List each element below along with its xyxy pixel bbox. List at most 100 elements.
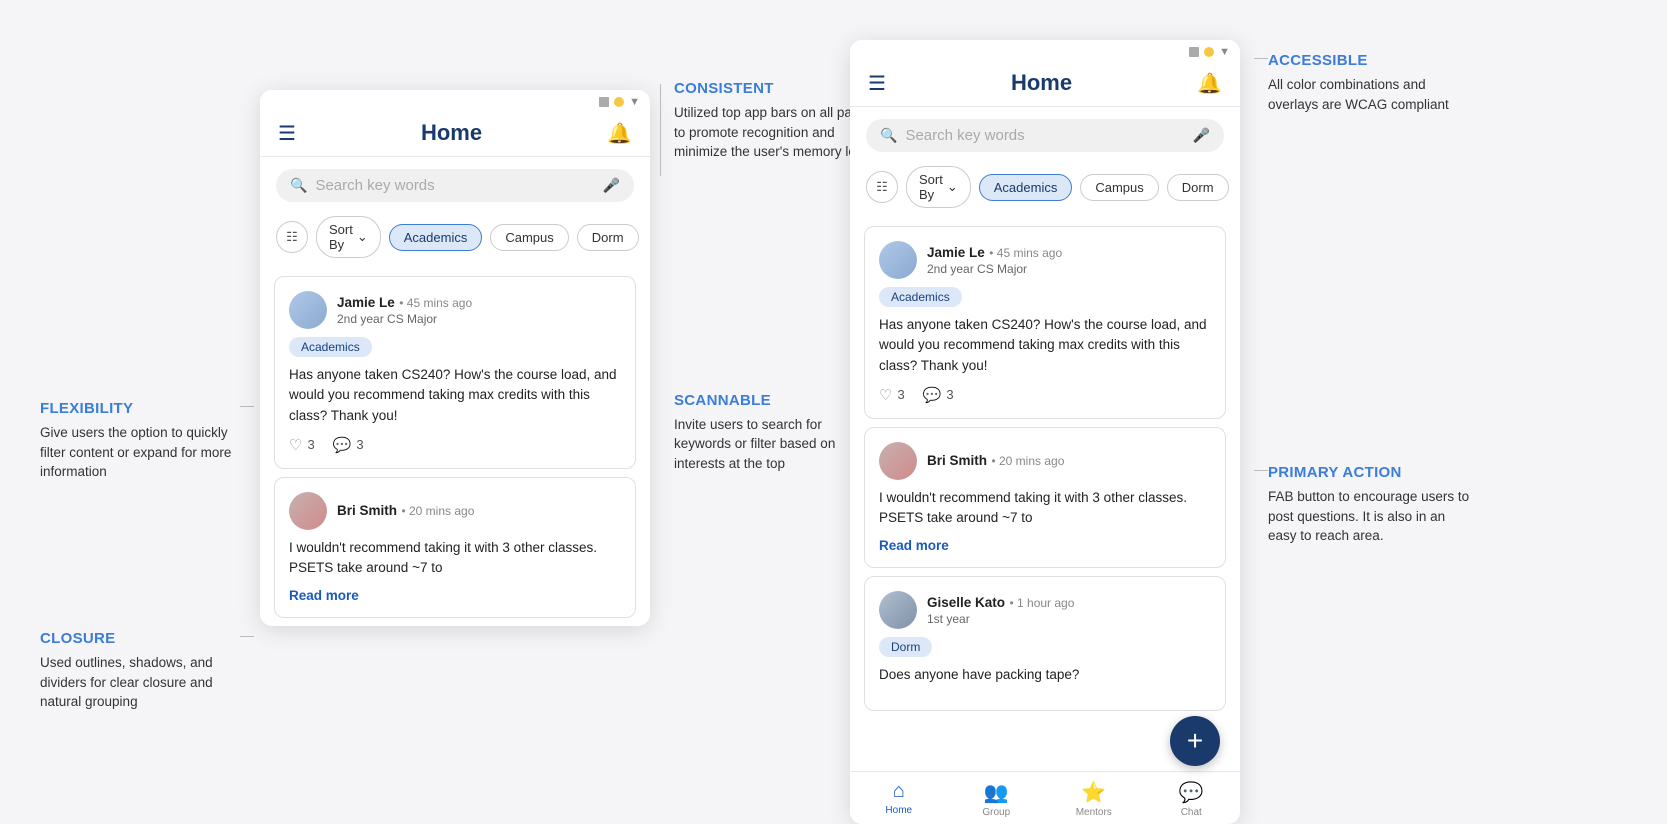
comments-count-2-1: 3 bbox=[946, 387, 953, 402]
primary-action-title: PRIMARY ACTION bbox=[1268, 464, 1470, 481]
chrome-chevron-2: ▼ bbox=[1219, 46, 1230, 58]
mic-icon-2[interactable]: 🎤 bbox=[1193, 127, 1210, 144]
filter-row-2: ☷ Sort By ⌄ Academics Campus Dorm bbox=[850, 162, 1240, 218]
sort-label-1: Sort By bbox=[329, 222, 353, 252]
post-card-2-1: Jamie Le • 45 mins ago 2nd year CS Major… bbox=[864, 226, 1226, 419]
chrome-chevron: ▼ bbox=[629, 96, 640, 108]
comments-count-1-1: 3 bbox=[356, 437, 363, 452]
post-author-2-3: Giselle Kato bbox=[927, 595, 1005, 610]
post-card-1-1: Jamie Le • 45 mins ago 2nd year CS Major… bbox=[274, 276, 636, 469]
accessible-text: All color combinations and overlays are … bbox=[1268, 75, 1470, 114]
avatar-img-giselle-2 bbox=[879, 591, 917, 629]
avatar-jamie-1 bbox=[289, 291, 327, 329]
post-header-1-1: Jamie Le • 45 mins ago 2nd year CS Major bbox=[289, 291, 621, 329]
post-footer-1-1: ♡ 3 💬 3 bbox=[289, 436, 621, 454]
avatar-jamie-2 bbox=[879, 241, 917, 279]
post-body-1-2: I wouldn't recommend taking it with 3 ot… bbox=[289, 538, 621, 579]
post-time-1-1: • 45 mins ago bbox=[399, 296, 472, 310]
post-time-2-3: • 1 hour ago bbox=[1009, 596, 1074, 610]
tag-academics-2[interactable]: Academics bbox=[979, 174, 1073, 201]
post-header-2-2: Bri Smith • 20 mins ago bbox=[879, 442, 1211, 480]
post-author-row-1-2: Bri Smith • 20 mins ago bbox=[337, 502, 474, 520]
nav-chat-icon: 💬 bbox=[1179, 780, 1204, 805]
nav-chat[interactable]: 💬 Chat bbox=[1143, 780, 1241, 818]
post-footer-2-1: ♡ 3 💬 3 bbox=[879, 386, 1211, 404]
nav-group-label: Group bbox=[982, 807, 1010, 818]
post-author-1-1: Jamie Le bbox=[337, 295, 395, 310]
home-title-1: Home bbox=[421, 120, 482, 146]
flexibility-title: FLEXIBILITY bbox=[40, 400, 240, 417]
nav-home-icon: ⌂ bbox=[893, 780, 905, 803]
search-bar-2[interactable]: 🔍 Search key words 🎤 bbox=[866, 119, 1224, 152]
post-meta-2-3: Giselle Kato • 1 hour ago 1st year bbox=[927, 594, 1074, 626]
filter-icon-btn-1[interactable]: ☷ bbox=[276, 221, 308, 253]
heart-icon-2: ♡ bbox=[879, 386, 892, 404]
tag-dorm-1[interactable]: Dorm bbox=[577, 224, 639, 251]
post-author-row-2-2: Bri Smith • 20 mins ago bbox=[927, 452, 1064, 470]
scannable-title: SCANNABLE bbox=[674, 392, 874, 409]
chrome-dot-y-2 bbox=[1204, 47, 1214, 57]
post-subtitle-2-1: 2nd year CS Major bbox=[927, 262, 1062, 276]
post-author-2-1: Jamie Le bbox=[927, 245, 985, 260]
nav-home[interactable]: ⌂ Home bbox=[850, 780, 948, 818]
post-author-row-2-3: Giselle Kato • 1 hour ago bbox=[927, 594, 1074, 612]
sort-chevron-1: ⌄ bbox=[357, 229, 368, 245]
phone-mock-1: ▼ ☰ Home 🔔 🔍 Search key words 🎤 bbox=[260, 90, 650, 626]
post-author-2-2: Bri Smith bbox=[927, 453, 987, 468]
search-bar-1[interactable]: 🔍 Search key words 🎤 bbox=[276, 169, 634, 202]
app-header-1: ☰ Home 🔔 bbox=[260, 110, 650, 157]
likes-stat-2-1: ♡ 3 bbox=[879, 386, 905, 404]
nav-group[interactable]: 👥 Group bbox=[948, 780, 1046, 818]
tag-dorm-2[interactable]: Dorm bbox=[1167, 174, 1229, 201]
filter-icon-btn-2[interactable]: ☷ bbox=[866, 171, 898, 203]
likes-count-1-1: 3 bbox=[307, 437, 314, 452]
page: FLEXIBILITY Give users the option to qui… bbox=[0, 0, 1667, 802]
nav-mentors[interactable]: ⭐ Mentors bbox=[1045, 780, 1143, 818]
tag-campus-2[interactable]: Campus bbox=[1080, 174, 1158, 201]
search-placeholder-1: Search key words bbox=[315, 177, 594, 194]
sort-btn-2[interactable]: Sort By ⌄ bbox=[906, 166, 971, 208]
phone-chrome-bar-2: ▼ bbox=[850, 40, 1240, 60]
nav-chat-label: Chat bbox=[1181, 807, 1202, 818]
primary-action-text: FAB button to encourage users to post qu… bbox=[1268, 487, 1470, 546]
hamburger-icon-2[interactable]: ☰ bbox=[868, 71, 886, 96]
comments-stat-1-1: 💬 3 bbox=[333, 436, 364, 454]
heart-icon-1: ♡ bbox=[289, 436, 302, 454]
closure-title: CLOSURE bbox=[40, 630, 240, 647]
filter-row-1: ☷ Sort By ⌄ Academics Campus Dorm bbox=[260, 212, 650, 268]
tag-academics-1[interactable]: Academics bbox=[389, 224, 483, 251]
post-body-2-1: Has anyone taken CS240? How's the course… bbox=[879, 315, 1211, 376]
post-meta-1-2: Bri Smith • 20 mins ago bbox=[337, 502, 474, 520]
scannable-annotation: SCANNABLE Invite users to search for key… bbox=[674, 392, 874, 474]
bell-icon-1[interactable]: 🔔 bbox=[607, 121, 632, 146]
scannable-text: Invite users to search for keywords or f… bbox=[674, 415, 874, 474]
post-subtitle-2-3: 1st year bbox=[927, 612, 1074, 626]
bell-icon-2[interactable]: 🔔 bbox=[1197, 71, 1222, 96]
fab-button[interactable]: + bbox=[1170, 716, 1220, 766]
mic-icon-1[interactable]: 🎤 bbox=[603, 177, 620, 194]
home-title-2: Home bbox=[1011, 70, 1072, 96]
chrome-icons: ▼ bbox=[599, 96, 640, 108]
read-more-2[interactable]: Read more bbox=[879, 538, 1211, 553]
read-more-1[interactable]: Read more bbox=[289, 588, 621, 603]
chrome-dot-y bbox=[614, 97, 624, 107]
sort-btn-1[interactable]: Sort By ⌄ bbox=[316, 216, 381, 258]
comment-icon-1: 💬 bbox=[333, 436, 352, 454]
post-meta-2-1: Jamie Le • 45 mins ago 2nd year CS Major bbox=[927, 244, 1062, 276]
post-time-1-2: • 20 mins ago bbox=[401, 504, 474, 518]
post-author-row-1: Jamie Le • 45 mins ago bbox=[337, 294, 472, 312]
avatar-giselle-2 bbox=[879, 591, 917, 629]
nav-group-icon: 👥 bbox=[984, 780, 1009, 805]
chrome-icons-2: ▼ bbox=[1189, 46, 1230, 58]
avatar-img-1 bbox=[289, 291, 327, 329]
tag-campus-1[interactable]: Campus bbox=[490, 224, 568, 251]
post-header-1-2: Bri Smith • 20 mins ago bbox=[289, 492, 621, 530]
nav-mentors-icon: ⭐ bbox=[1081, 780, 1106, 805]
avatar-bri-1 bbox=[289, 492, 327, 530]
closure-text: Used outlines, shadows, and dividers for… bbox=[40, 653, 240, 712]
comments-stat-2-1: 💬 3 bbox=[923, 386, 954, 404]
post-body-1-1: Has anyone taken CS240? How's the course… bbox=[289, 365, 621, 426]
hamburger-icon-1[interactable]: ☰ bbox=[278, 121, 296, 146]
nav-home-label: Home bbox=[885, 805, 912, 816]
post-tag-academics-2: Academics bbox=[879, 287, 962, 307]
